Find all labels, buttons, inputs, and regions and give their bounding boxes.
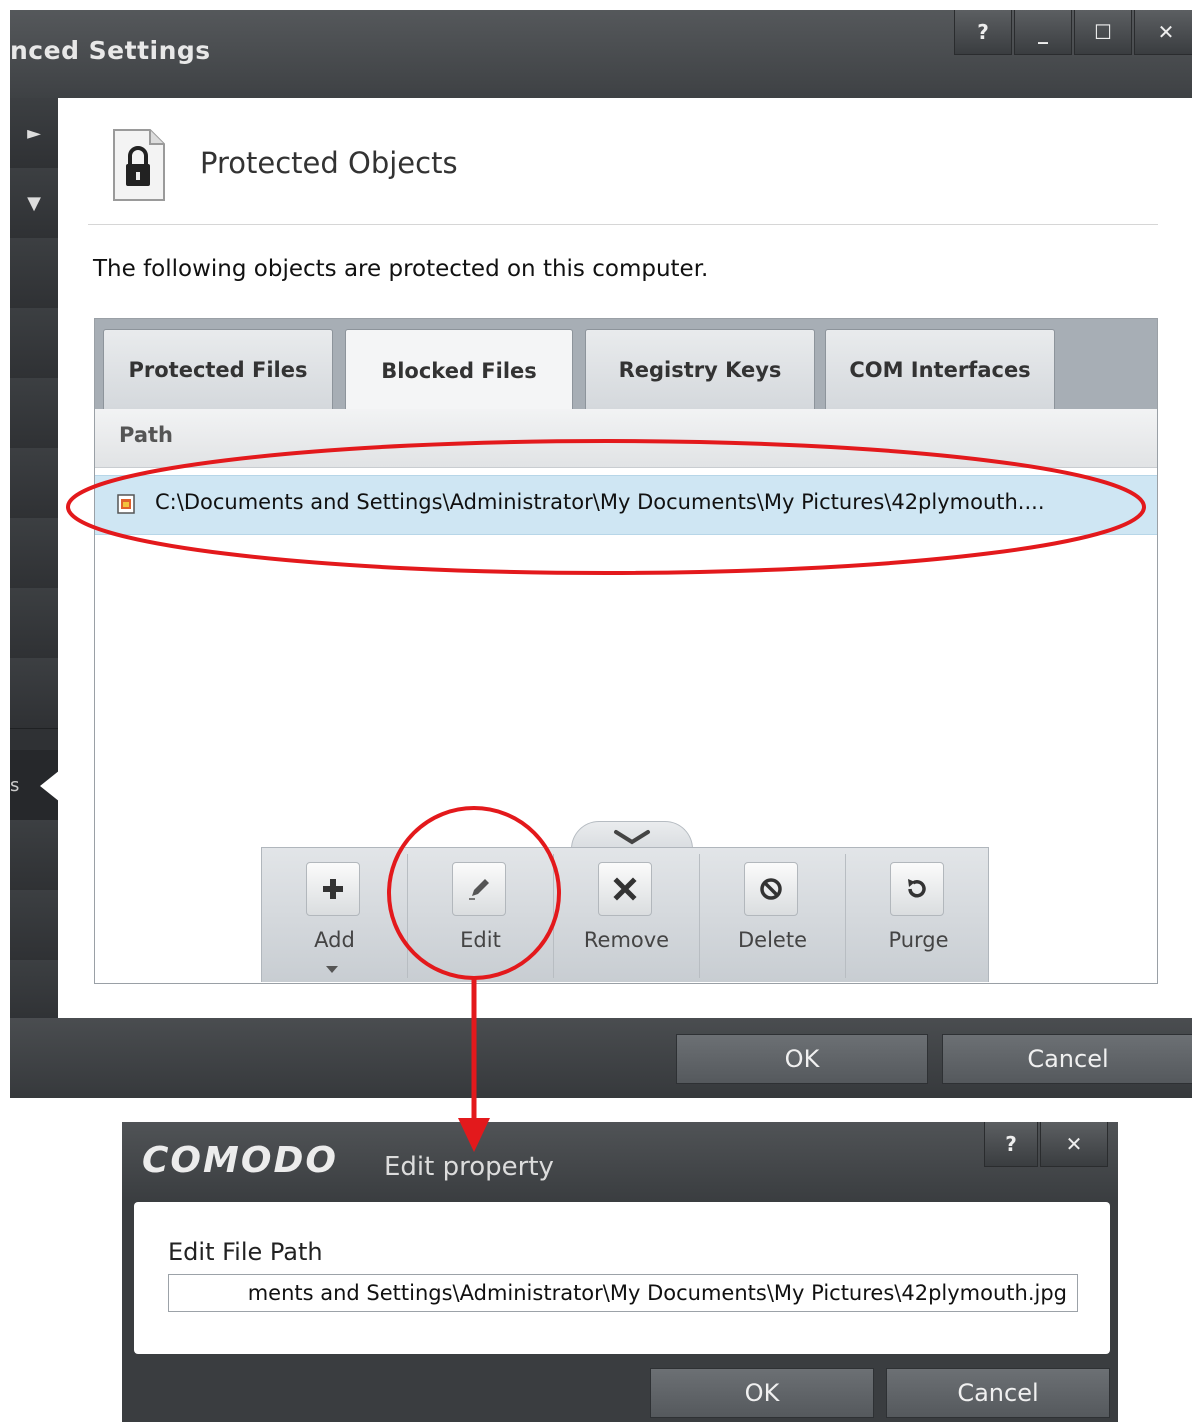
sidebar-item-label: s	[10, 774, 20, 796]
sidebar-item[interactable]	[10, 820, 58, 891]
sidebar-item[interactable]	[10, 518, 58, 589]
edit-property-dialog: COMODO Edit property ? ✕ Edit File Path …	[122, 1122, 1118, 1422]
objects-tab-panel: Protected Files Blocked Files Registry K…	[94, 318, 1158, 984]
dialog-title: Edit property	[384, 1152, 554, 1182]
window-titlebar[interactable]: nced Settings ? _ ☐ ✕	[10, 10, 1192, 98]
sidebar-expand-item[interactable]: ►	[10, 98, 58, 169]
edit-file-path-label: Edit File Path	[168, 1238, 323, 1266]
delete-button-face	[744, 862, 798, 916]
purge-label: Purge	[888, 928, 949, 952]
lock-document-icon	[113, 129, 165, 201]
page-description: The following objects are protected on t…	[93, 256, 709, 282]
collapse-arrow-icon: ▼	[27, 192, 41, 214]
remove-button-face	[598, 862, 652, 916]
dialog-footer: OK Cancel	[10, 1018, 1192, 1098]
dialog-titlebar[interactable]: COMODO Edit property ? ✕	[122, 1122, 1118, 1202]
sidebar-item[interactable]	[10, 448, 58, 519]
expand-arrow-icon: ►	[27, 122, 41, 144]
sidebar-item[interactable]	[10, 238, 58, 309]
purge-button-face	[890, 862, 944, 916]
sidebar-item[interactable]	[10, 308, 58, 379]
edit-button-face	[452, 862, 506, 916]
x-icon	[613, 877, 637, 901]
dialog-cancel-button[interactable]: Cancel	[886, 1368, 1110, 1418]
selection-pointer	[40, 770, 60, 802]
dialog-ok-button[interactable]: OK	[650, 1368, 874, 1418]
purge-button[interactable]: Purge	[846, 848, 991, 982]
dialog-controls: ? ✕	[984, 1122, 1110, 1167]
minimize-button[interactable]: _	[1014, 10, 1072, 55]
sidebar-item[interactable]	[10, 588, 58, 659]
edit-label: Edit	[460, 928, 501, 952]
image-file-icon	[117, 494, 135, 514]
sidebar: ► ▼ s	[10, 98, 60, 1025]
comodo-logo: COMODO	[142, 1140, 338, 1181]
tab-com-interfaces[interactable]: COM Interfaces	[825, 329, 1055, 410]
close-button[interactable]: ✕	[1134, 10, 1192, 55]
tab-registry-keys[interactable]: Registry Keys	[585, 329, 815, 410]
edit-button[interactable]: Edit	[408, 848, 553, 982]
help-button[interactable]: ?	[984, 1122, 1038, 1167]
remove-button[interactable]: Remove	[554, 848, 699, 982]
column-header-label: Path	[119, 423, 173, 447]
dialog-body: Edit File Path	[134, 1202, 1110, 1354]
add-button-face	[306, 862, 360, 916]
ok-button[interactable]: OK	[676, 1034, 928, 1084]
advanced-settings-window: nced Settings ? _ ☐ ✕ ► ▼ s Protected Ob…	[10, 10, 1192, 1098]
maximize-button[interactable]: ☐	[1074, 10, 1132, 55]
tab-strip: Protected Files Blocked Files Registry K…	[95, 319, 1157, 411]
pencil-icon	[469, 879, 489, 900]
cancel-button[interactable]: Cancel	[942, 1034, 1192, 1084]
add-button[interactable]: Add	[262, 848, 407, 982]
help-button[interactable]: ?	[954, 10, 1012, 55]
refresh-icon	[908, 879, 926, 898]
close-button[interactable]: ✕	[1040, 1122, 1108, 1167]
prohibited-icon	[760, 878, 782, 900]
table-row[interactable]: C:\Documents and Settings\Administrator\…	[95, 475, 1157, 535]
sidebar-item[interactable]	[10, 378, 58, 449]
sidebar-item[interactable]	[10, 960, 58, 1025]
file-path-input[interactable]	[168, 1274, 1078, 1312]
row-path: C:\Documents and Settings\Administrator\…	[155, 490, 1045, 514]
path-column-header[interactable]: Path	[95, 409, 1157, 468]
page-title: Protected Objects	[200, 146, 458, 180]
dropdown-caret-icon[interactable]	[326, 966, 338, 973]
sidebar-collapse-item[interactable]: ▼	[10, 168, 58, 239]
window-controls: ? _ ☐ ✕	[954, 10, 1192, 58]
tab-protected-files[interactable]: Protected Files	[103, 329, 333, 410]
delete-label: Delete	[738, 928, 807, 952]
plus-icon	[323, 879, 343, 899]
tab-blocked-files[interactable]: Blocked Files	[345, 329, 573, 411]
delete-button[interactable]: Delete	[700, 848, 845, 982]
add-label: Add	[314, 928, 355, 952]
content-pane: Protected Objects The following objects …	[58, 98, 1192, 1018]
sidebar-item[interactable]	[10, 890, 58, 961]
window-title: nced Settings	[10, 36, 211, 65]
action-toolbar: Add Edit Remove Delete Purge	[261, 847, 989, 982]
header-divider	[88, 224, 1158, 225]
remove-label: Remove	[583, 928, 670, 952]
sidebar-item[interactable]	[10, 658, 58, 729]
